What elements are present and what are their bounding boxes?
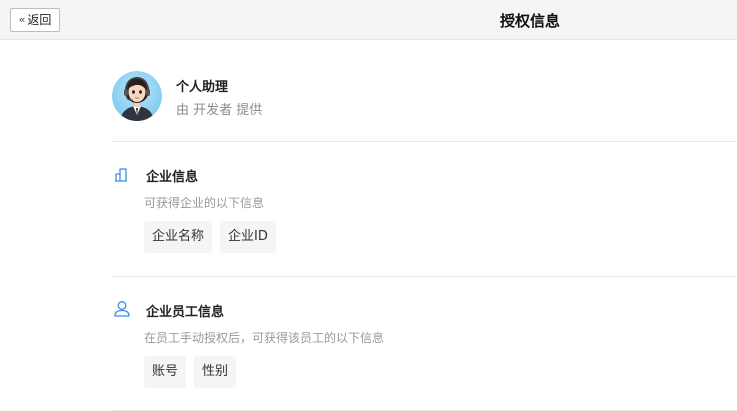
permission-tag: 账号 [144, 356, 187, 388]
permission-tag: 企业ID [220, 221, 276, 253]
divider [112, 276, 737, 277]
section-description: 可获得企业的以下信息 [144, 196, 265, 210]
divider [112, 141, 737, 142]
double-chevron-left-icon: ‹‹ [18, 13, 26, 26]
avatar [112, 71, 162, 121]
permission-tags: 企业名称 企业ID [144, 221, 276, 253]
permission-tag: 性别 [194, 356, 237, 388]
user-icon [112, 299, 132, 319]
section-title: 企业信息 [146, 170, 199, 185]
back-button[interactable]: ‹‹ 返回 [10, 8, 60, 32]
back-button-label: 返回 [27, 13, 52, 27]
page-title: 授权信息 [500, 12, 561, 30]
app-name: 个人助理 [176, 80, 229, 95]
permission-tags: 账号 性别 [144, 356, 237, 388]
permission-tag: 企业名称 [144, 221, 213, 253]
building-icon [112, 164, 132, 184]
app-provider: 由 开发者 提供 [176, 103, 263, 118]
section-title: 企业员工信息 [146, 305, 225, 320]
top-bar: ‹‹ 返回 授权信息 [0, 0, 737, 40]
section-description: 在员工手动授权后，可获得该员工的以下信息 [144, 331, 385, 345]
